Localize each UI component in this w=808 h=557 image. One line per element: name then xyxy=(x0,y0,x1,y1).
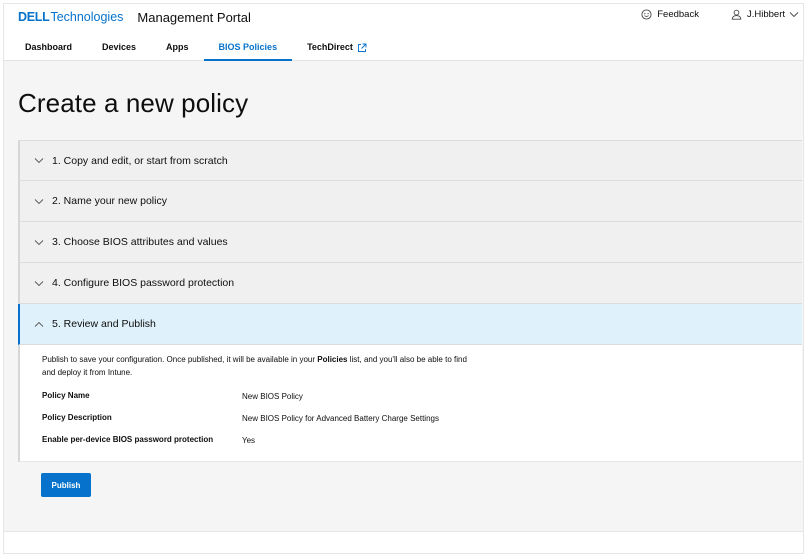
feedback-icon xyxy=(641,9,652,20)
tab-label: Apps xyxy=(166,42,189,52)
top-header: DELL Technologies Management Portal Feed… xyxy=(4,4,803,61)
review-description: Publish to save your configuration. Once… xyxy=(42,354,482,379)
review-desc-text: Publish to save your configuration. Once… xyxy=(42,355,318,364)
row-key: Policy Description xyxy=(42,413,112,422)
step-label: 1. Copy and edit, or start from scratch xyxy=(52,154,228,167)
row-value: New BIOS Policy xyxy=(242,392,303,401)
feedback-label: Feedback xyxy=(657,9,699,20)
tab-label: Dashboard xyxy=(25,42,73,52)
row-value: New BIOS Policy for Advanced Battery Cha… xyxy=(242,414,439,423)
review-row-policy-description: Policy Description New BIOS Policy for A… xyxy=(42,413,780,425)
step-label: 3. Choose BIOS attributes and values xyxy=(52,236,228,248)
tab-label: Devices xyxy=(102,42,137,52)
chevron-down-icon xyxy=(34,280,44,286)
user-icon xyxy=(731,9,742,20)
tab-apps[interactable]: Apps xyxy=(151,34,204,61)
chevron-down-icon xyxy=(34,158,44,164)
user-menu[interactable]: J.Hibbert xyxy=(731,9,799,20)
policy-steps-accordion: 1. Copy and edit, or start from scratch … xyxy=(18,140,802,514)
tab-dashboard[interactable]: Dashboard xyxy=(10,34,87,61)
step-label: 2. Name your new policy xyxy=(52,195,167,207)
step-name-policy[interactable]: 2. Name your new policy xyxy=(18,181,802,222)
step-copy-edit[interactable]: 1. Copy and edit, or start from scratch xyxy=(18,140,802,181)
chevron-down-icon xyxy=(34,239,44,245)
brand-technologies-text: Technologies xyxy=(50,10,124,24)
brand-dell-text: DELL xyxy=(18,10,50,24)
tab-label: TechDirect xyxy=(307,42,353,52)
page-title: Create a new policy xyxy=(18,88,249,118)
publish-button[interactable]: Publish xyxy=(41,473,91,497)
tab-devices[interactable]: Devices xyxy=(87,34,151,61)
user-name: J.Hibbert xyxy=(746,9,785,20)
chevron-up-icon xyxy=(34,321,44,327)
tab-bios-policies[interactable]: BIOS Policies xyxy=(203,34,293,61)
step-label: 5. Review and Publish xyxy=(52,318,156,330)
step-password-protection[interactable]: 4. Configure BIOS password protection xyxy=(18,263,802,304)
review-row-password-protection: Enable per-device BIOS password protecti… xyxy=(42,435,780,447)
feedback-button[interactable]: Feedback xyxy=(641,9,699,20)
step-label: 4. Configure BIOS password protection xyxy=(52,277,235,289)
chevron-down-icon xyxy=(34,198,44,204)
tab-techdirect[interactable]: TechDirect xyxy=(292,34,382,61)
footer-strip xyxy=(4,531,803,553)
app-window: DELL Technologies Management Portal Feed… xyxy=(3,3,804,554)
review-row-policy-name: Policy Name New BIOS Policy xyxy=(42,391,780,403)
row-value: Yes xyxy=(242,436,256,445)
review-panel: Publish to save your configuration. Once… xyxy=(18,345,802,462)
chevron-down-icon xyxy=(789,12,799,18)
brand-logo[interactable]: DELL Technologies Management Portal xyxy=(18,8,251,26)
step-bios-attributes[interactable]: 3. Choose BIOS attributes and values xyxy=(18,222,802,263)
row-key: Policy Name xyxy=(42,391,90,400)
header-actions: Feedback J.Hibbert xyxy=(641,9,799,20)
main-nav-tabs: Dashboard Devices Apps BIOS Policies Tec… xyxy=(10,34,382,61)
external-link-icon xyxy=(357,43,367,52)
tab-label: BIOS Policies xyxy=(218,42,278,52)
step-review-publish[interactable]: 5. Review and Publish xyxy=(18,304,802,345)
publish-area: Publish xyxy=(18,462,802,514)
portal-title: Management Portal xyxy=(137,9,251,25)
policies-link-text: Policies xyxy=(317,355,348,364)
row-key: Enable per-device BIOS password protecti… xyxy=(42,435,214,444)
